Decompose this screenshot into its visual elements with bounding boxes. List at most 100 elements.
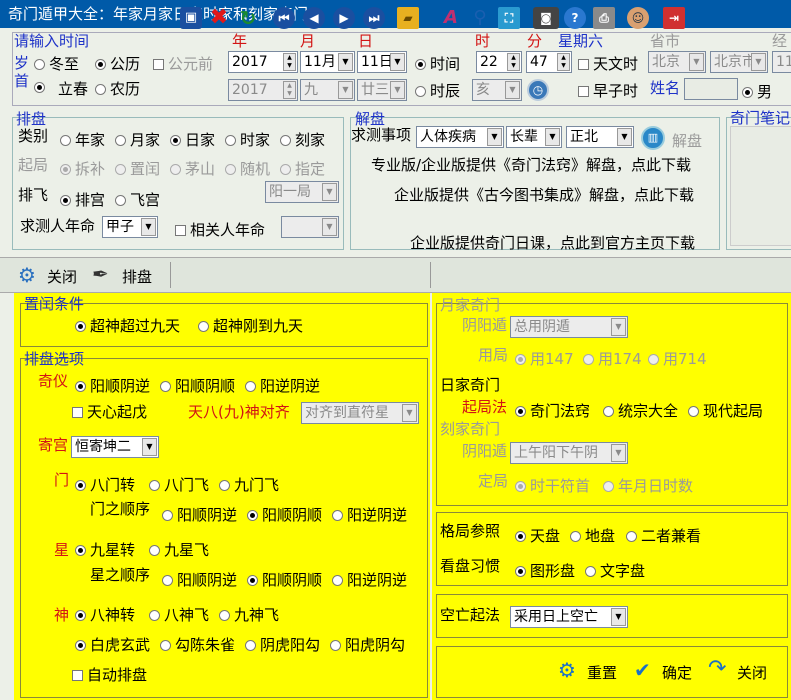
opt-qimen-faqiao[interactable]: 奇门法窍 [515, 400, 590, 421]
reset-button[interactable]: 重置 [587, 662, 617, 683]
kejia-yindun-select[interactable]: 上午阳下午阴 ▼ [510, 442, 628, 464]
folder-icon[interactable]: ▰ [397, 7, 419, 29]
opt-tuxingpan[interactable]: 图形盘 [515, 560, 575, 581]
save-icon[interactable]: ▣ [180, 7, 202, 29]
next-icon[interactable]: ▶ [333, 7, 355, 29]
direction-select[interactable]: 正北 ▼ [566, 126, 634, 148]
opt-chaibu[interactable]: 拆补 [60, 158, 105, 179]
user-icon[interactable]: ☺ [627, 7, 649, 29]
opt-suiji[interactable]: 随机 [225, 158, 270, 179]
xiangguan-select[interactable]: ▼ [281, 216, 339, 238]
jiepan-button[interactable]: 解盘 [672, 130, 702, 151]
opt-xiangguan[interactable]: 相关人年命 [175, 219, 265, 240]
opt-men-3[interactable]: 九门飞 [219, 474, 279, 495]
opt-shen2-2[interactable]: 勾陈朱雀 [160, 634, 235, 655]
shixiang-select[interactable]: 人体疾病 ▼ [416, 126, 504, 148]
paipan-toolbar-button[interactable]: 排盘 [122, 266, 152, 287]
help-icon[interactable]: ? [564, 7, 586, 29]
lunar-month-select[interactable]: 九 ▼ [300, 79, 355, 101]
lunar-day-select[interactable]: 廿三 ▼ [357, 79, 407, 101]
hour-spin[interactable]: 22 ▲ ▼ [476, 51, 522, 73]
nianming-select[interactable]: 甲子 ▼ [102, 216, 158, 238]
opt-male[interactable]: 男 [742, 81, 772, 102]
jiepan-download-2[interactable]: 企业版提供《古今图书集成》解盘，点此下载 [394, 184, 694, 205]
province-select[interactable]: 北京 ▼ [648, 51, 706, 73]
close-arrow-icon[interactable]: ↷ [708, 656, 726, 681]
minute-spin[interactable]: 47 ▲ ▼ [526, 51, 572, 73]
opt-yong147[interactable]: 用147 [515, 348, 574, 369]
opt-qiyi-1[interactable]: 阳顺阴逆 [75, 375, 150, 396]
lunar-year-spin[interactable]: 2017 ▲ ▼ [228, 79, 298, 101]
ju-select[interactable]: 阳一局 ▼ [265, 181, 339, 203]
opt-shichen[interactable]: 时辰 [415, 80, 460, 101]
opt-xing-order-3[interactable]: 阳逆阴逆 [332, 569, 407, 590]
opt-tianwenshi[interactable]: 天文时 [578, 53, 638, 74]
opt-xing-2[interactable]: 九星飞 [149, 539, 209, 560]
exit-icon[interactable]: ⇥ [663, 7, 685, 29]
opt-men-2[interactable]: 八门飞 [149, 474, 209, 495]
opt-shen-1[interactable]: 八神转 [75, 604, 135, 625]
opt-shen-2[interactable]: 八神飞 [149, 604, 209, 625]
opt-maoshan[interactable]: 茅山 [170, 158, 215, 179]
opt-dipan[interactable]: 地盘 [570, 525, 615, 546]
opt-nianjia[interactable]: 年家 [60, 129, 105, 150]
opt-chaoshen-guo[interactable]: 超神超过九天 [75, 315, 180, 336]
opt-tongzong[interactable]: 统宗大全 [603, 400, 678, 421]
opt-yong174[interactable]: 用174 [583, 348, 642, 369]
opt-feigong[interactable]: 飞宫 [115, 189, 160, 210]
opt-zhirun[interactable]: 置闰 [115, 158, 160, 179]
kongwang-select[interactable]: 采用日上空亡 ▼ [510, 606, 628, 628]
opt-nianyueri[interactable]: 年月日时数 [603, 475, 693, 496]
opt-xing-order-2[interactable]: 阳顺阴顺 [247, 569, 322, 590]
last-icon[interactable]: ⏭ [363, 7, 385, 29]
jiepan-homepage-link[interactable]: 企业版提供奇门日课，点此到官方主页下载 [410, 232, 695, 253]
opt-jiankan[interactable]: 二者兼看 [626, 525, 701, 546]
ok-button[interactable]: 确定 [662, 662, 692, 683]
projector-icon[interactable]: ◙ [533, 7, 559, 29]
opt-gongyuanqian[interactable]: 公元前 [153, 53, 213, 74]
opt-zaozishi[interactable]: 早子时 [578, 80, 638, 101]
opt-tianxin[interactable]: 天心起戊 [72, 401, 147, 422]
opt-men-order-1[interactable]: 阳顺阴逆 [162, 504, 237, 525]
jigong-select[interactable]: 恒寄坤二 ▼ [71, 436, 159, 458]
yuejia-yindun-select[interactable]: 总用阴遁 ▼ [510, 316, 628, 338]
opt-tianpan[interactable]: 天盘 [515, 525, 560, 546]
opt-dongzhi[interactable]: 冬至 [34, 53, 79, 74]
opt-qiyi-3[interactable]: 阳逆阴逆 [245, 375, 320, 396]
opt-chaoshen-dao[interactable]: 超神刚到九天 [198, 315, 303, 336]
opt-kejia[interactable]: 刻家 [280, 129, 325, 150]
tianba-select[interactable]: 对齐到直符星 ▼ [301, 402, 419, 424]
opt-shen2-1[interactable]: 白虎玄武 [75, 634, 150, 655]
search-icon[interactable]: ⚲ [469, 7, 491, 29]
fullscreen-icon[interactable]: ⛶ [498, 7, 520, 29]
opt-qiyi-2[interactable]: 阳顺阴顺 [160, 375, 235, 396]
check-icon[interactable]: ✔ [634, 658, 651, 682]
close-toolbar-button[interactable]: 关闭 [47, 266, 77, 287]
print-icon[interactable]: ⎙ [593, 7, 615, 29]
opt-lichun[interactable]: 立春 [34, 78, 88, 99]
notes-textarea[interactable] [730, 126, 791, 246]
jiepan-icon[interactable]: ▥ [641, 126, 665, 150]
opt-paigong[interactable]: 排宫 [60, 189, 105, 210]
opt-men-order-3[interactable]: 阳逆阴逆 [332, 504, 407, 525]
month-select[interactable]: 11月 ▼ [300, 51, 355, 73]
opt-shijian[interactable]: 时间 [415, 53, 460, 74]
opt-xing-order-1[interactable]: 阳顺阴逆 [162, 569, 237, 590]
opt-yong714[interactable]: 用714 [648, 348, 707, 369]
opt-nongli[interactable]: 农历 [95, 78, 140, 99]
font-icon[interactable]: A [440, 7, 462, 29]
zhangbei-select[interactable]: 长辈 ▼ [506, 126, 562, 148]
opt-gongli[interactable]: 公历 [95, 53, 140, 74]
opt-shijia[interactable]: 时家 [225, 129, 270, 150]
refresh-icon[interactable]: ↻ [237, 7, 259, 29]
gear-icon[interactable]: ⚙ [18, 264, 40, 286]
day-select[interactable]: 11日 ▼ [357, 51, 407, 73]
opt-rijia[interactable]: 日家 [170, 129, 215, 150]
year-spin[interactable]: 2017 ▲ ▼ [228, 51, 298, 73]
jiepan-download-1[interactable]: 专业版/企业版提供《奇门法窍》解盘，点此下载 [371, 154, 691, 175]
quill-icon[interactable]: ✒ [92, 262, 109, 286]
opt-shigan[interactable]: 时干符首 [515, 475, 590, 496]
clock-icon[interactable]: ◷ [527, 79, 549, 101]
shichen-select[interactable]: 亥 ▼ [472, 79, 522, 101]
opt-yuejia[interactable]: 月家 [115, 129, 160, 150]
